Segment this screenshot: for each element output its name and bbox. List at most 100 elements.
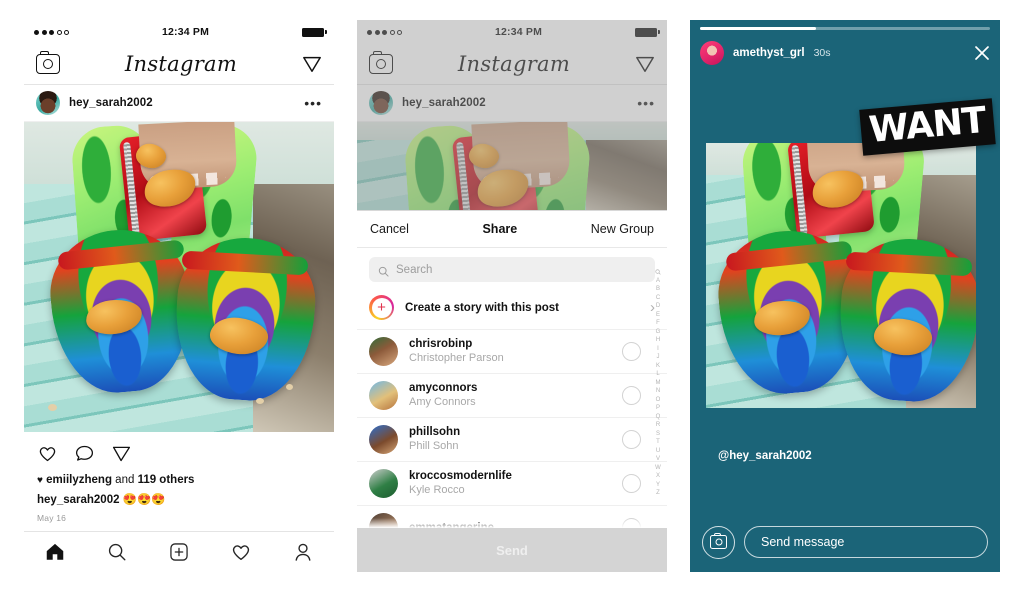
contact-fullname: Amy Connors bbox=[409, 396, 476, 408]
alpha-letter: E bbox=[655, 311, 660, 318]
new-group-button[interactable]: New Group bbox=[591, 222, 654, 236]
alpha-letter: K bbox=[655, 362, 660, 369]
alpha-letter: R bbox=[655, 422, 661, 428]
avatar[interactable] bbox=[369, 91, 393, 115]
contact-info: phillsohn Phill Sohn bbox=[409, 425, 611, 454]
search-icon[interactable] bbox=[106, 541, 128, 563]
post-photo[interactable] bbox=[24, 122, 334, 432]
search-input[interactable]: Search bbox=[369, 257, 655, 282]
contact-username: amyconnors bbox=[409, 382, 478, 394]
post-date: May 16 bbox=[37, 513, 67, 523]
list-item[interactable]: kroccosmodernlife Kyle Rocco bbox=[357, 461, 667, 505]
create-story-label: Create a story with this post bbox=[405, 301, 560, 314]
share-icon[interactable] bbox=[111, 443, 132, 464]
story-mention-handle[interactable]: @hey_sarah2002 bbox=[718, 450, 812, 462]
alpha-letter: W bbox=[655, 464, 661, 471]
comment-icon[interactable] bbox=[74, 443, 95, 464]
signal-dots-icon bbox=[34, 29, 69, 35]
home-icon[interactable] bbox=[44, 541, 66, 563]
post-username[interactable]: hey_sarah2002 bbox=[69, 97, 295, 109]
send-message-placeholder: Send message bbox=[761, 535, 845, 549]
share-sheet: Cancel Share New Group Search Create a s… bbox=[357, 210, 667, 572]
story-plus-icon bbox=[369, 295, 394, 320]
contact-info: amyconnors Amy Connors bbox=[409, 381, 611, 410]
instagram-app-bar: Instagram bbox=[24, 44, 334, 85]
story-username[interactable]: amethyst_grl bbox=[733, 47, 805, 59]
select-toggle[interactable] bbox=[622, 474, 641, 493]
caption-username[interactable]: hey_sarah2002 bbox=[37, 494, 119, 506]
activity-heart-icon[interactable] bbox=[230, 541, 252, 563]
story-author-avatar[interactable] bbox=[700, 41, 724, 65]
avatar bbox=[369, 337, 398, 366]
screenshot-stage: 12:34 PM Instagram hey_sarah2002 ••• ♥ e… bbox=[0, 0, 1024, 597]
instagram-logo: Instagram bbox=[124, 52, 238, 76]
create-story-row[interactable]: Create a story with this post › bbox=[357, 288, 667, 329]
likes-conjunction: and bbox=[115, 474, 135, 486]
panel-share-sheet: 12:34 PM Instagram hey_sarah2002 ••• Can… bbox=[357, 20, 667, 572]
alpha-letter: C bbox=[655, 294, 661, 301]
avatar bbox=[369, 425, 398, 454]
cancel-button[interactable]: Cancel bbox=[370, 222, 409, 236]
search-icon bbox=[378, 264, 389, 277]
post-photo bbox=[357, 122, 667, 212]
post-meta: ♥ emiilyzheng and 119 others hey_sarah20… bbox=[24, 470, 334, 523]
avatar bbox=[369, 381, 398, 410]
panel-story-viewer: amethyst_grl 30s WANT @hey_sarah2002 Sen… bbox=[690, 20, 1000, 572]
search-placeholder: Search bbox=[396, 263, 433, 276]
scroll-fade bbox=[357, 518, 667, 528]
crumb bbox=[48, 404, 57, 411]
contact-fullname: Phill Sohn bbox=[409, 440, 459, 452]
direct-share-icon[interactable] bbox=[635, 54, 655, 74]
battery-full-icon bbox=[302, 27, 327, 37]
close-icon[interactable] bbox=[974, 45, 990, 61]
alpha-letter: N bbox=[655, 388, 661, 394]
alpha-letter: M bbox=[655, 379, 661, 386]
bottom-tab-bar bbox=[24, 531, 334, 572]
story-header: amethyst_grl 30s bbox=[700, 38, 990, 68]
alpha-letter: T bbox=[656, 439, 660, 445]
alphabet-index[interactable]: A B C D E F G H I J K L M N O P Q R S T bbox=[652, 269, 664, 497]
post-actions bbox=[24, 432, 334, 470]
alpha-letter: Q bbox=[655, 413, 661, 420]
search-icon bbox=[655, 269, 661, 275]
post-username[interactable]: hey_sarah2002 bbox=[402, 97, 628, 109]
list-item[interactable]: amyconnors Amy Connors bbox=[357, 373, 667, 417]
more-options-icon[interactable]: ••• bbox=[304, 96, 322, 110]
post-caption: hey_sarah2002 😍😍😍 bbox=[37, 489, 321, 509]
send-message-input[interactable]: Send message bbox=[744, 526, 988, 558]
select-toggle[interactable] bbox=[622, 386, 641, 405]
contact-fullname: Kyle Rocco bbox=[409, 484, 465, 496]
alpha-letter: Z bbox=[656, 490, 660, 496]
share-sheet-title: Share bbox=[482, 222, 518, 236]
alpha-letter: P bbox=[655, 405, 660, 411]
status-bar: 12:34 PM bbox=[357, 20, 667, 44]
select-toggle[interactable] bbox=[622, 342, 641, 361]
avatar[interactable] bbox=[36, 91, 60, 115]
list-item[interactable]: phillsohn Phill Sohn bbox=[357, 417, 667, 461]
camera-icon[interactable] bbox=[702, 525, 735, 559]
alpha-letter: L bbox=[656, 371, 660, 377]
story-footer: Send message bbox=[702, 525, 988, 559]
plus-box-icon[interactable] bbox=[168, 541, 190, 563]
camera-icon[interactable] bbox=[36, 51, 60, 74]
list-item[interactable]: chrisrobinp Christopher Parson bbox=[357, 329, 667, 373]
more-options-icon[interactable]: ••• bbox=[637, 96, 655, 110]
send-button[interactable]: Send bbox=[357, 528, 667, 572]
contact-info: chrisrobinp Christopher Parson bbox=[409, 337, 611, 366]
crumb bbox=[256, 398, 264, 404]
alpha-letter: V bbox=[655, 456, 660, 462]
alpha-letter: H bbox=[655, 337, 661, 343]
status-time: 12:34 PM bbox=[494, 26, 543, 38]
status-time: 12:34 PM bbox=[161, 26, 210, 38]
select-toggle[interactable] bbox=[622, 430, 641, 449]
story-progress-bar bbox=[700, 27, 990, 30]
direct-share-icon[interactable] bbox=[302, 54, 322, 74]
search-area: Search bbox=[357, 248, 667, 288]
camera-icon[interactable] bbox=[369, 51, 393, 74]
liker-username[interactable]: emiilyzheng bbox=[46, 474, 112, 486]
likes-count[interactable]: 119 others bbox=[138, 474, 195, 486]
post-header: hey_sarah2002 ••• bbox=[24, 85, 334, 122]
alpha-letter: A bbox=[655, 277, 660, 284]
heart-icon[interactable] bbox=[37, 443, 58, 464]
person-icon[interactable] bbox=[292, 541, 314, 563]
